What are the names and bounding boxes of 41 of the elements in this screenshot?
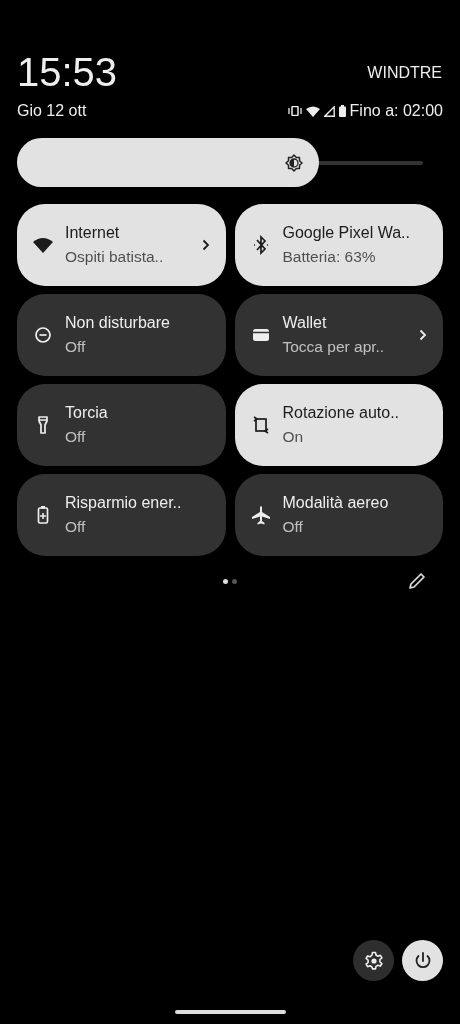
carrier-name: WINDTRE (367, 64, 442, 82)
tile-title: Wallet (282, 314, 328, 332)
quick-settings-tile[interactable]: Torcia Off (17, 384, 226, 466)
vibrate-icon (287, 106, 302, 116)
quick-settings-tile[interactable]: Wallet Tocca per apr.. (234, 294, 443, 376)
quick-settings-tile[interactable]: Internet Ospiti batista.. (17, 204, 226, 286)
tile-subtitle: Off (65, 428, 87, 446)
brightness-icon (285, 153, 304, 172)
edit-icon[interactable] (408, 572, 426, 590)
settings-button[interactable] (353, 940, 394, 981)
minus-circle-icon (33, 325, 53, 345)
tile-subtitle: Ospiti batista.. (65, 248, 165, 266)
alarm-label: Fino a: 02:00 (349, 102, 443, 120)
tile-title: Google Pixel Wa.. (282, 224, 411, 242)
quick-settings-tile[interactable]: Risparmio ener.. Off (17, 474, 226, 556)
tile-subtitle: Tocca per apr.. (282, 338, 386, 356)
battery-status-icon (338, 105, 346, 117)
tile-title: Risparmio ener.. (65, 494, 183, 512)
tile-title: Rotazione auto.. (282, 404, 401, 422)
quick-settings-tile[interactable]: Modalità aereo Off (234, 474, 443, 556)
tile-subtitle: Off (65, 518, 87, 536)
tile-title: Modalità aereo (282, 494, 390, 512)
tile-subtitle: Batteria: 63% (282, 248, 377, 266)
clock-time: 15:53 (17, 50, 118, 94)
airplane-icon (250, 505, 271, 525)
tile-subtitle: Off (65, 338, 87, 356)
date-label: Gio 12 ott (17, 102, 87, 120)
cell-signal-icon (323, 105, 335, 117)
navigation-handle[interactable] (174, 1010, 286, 1014)
tile-title: Internet (65, 224, 121, 242)
tile-subtitle: Off (282, 518, 304, 536)
tile-title: Torcia (65, 404, 109, 422)
quick-settings-tile[interactable]: Rotazione auto.. On (234, 384, 443, 466)
wifi-signal-icon (305, 105, 320, 117)
tile-title: Non disturbare (65, 314, 171, 332)
quick-settings-tile[interactable]: Non disturbare Off (17, 294, 226, 376)
wifi-icon (33, 235, 53, 255)
power-button[interactable] (402, 940, 443, 981)
quick-settings-tile[interactable]: Google Pixel Wa.. Batteria: 63% (234, 204, 443, 286)
settings-icon (363, 950, 384, 971)
tile-subtitle: On (282, 428, 305, 446)
